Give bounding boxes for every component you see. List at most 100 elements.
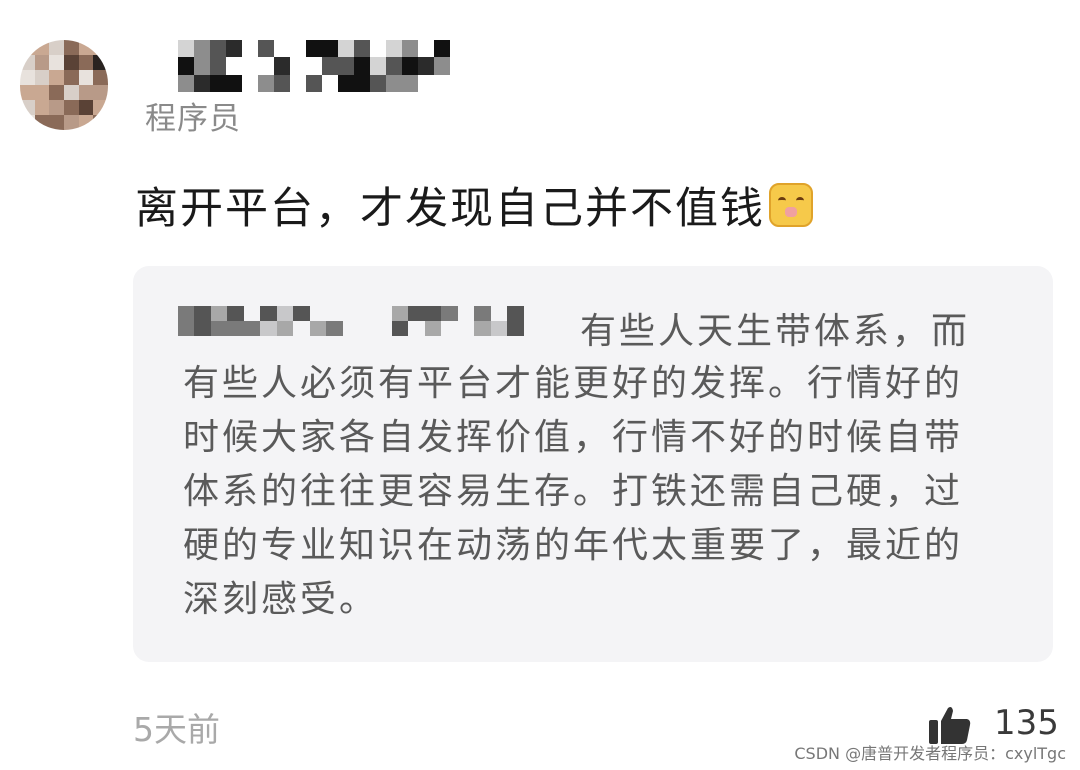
mosaic-pixel	[418, 57, 434, 75]
mosaic-pixel	[178, 57, 194, 75]
mosaic-pixel	[78, 100, 94, 115]
quote-body: 有些人必须有平台才能更好的发挥。行情好的 时候大家各自发挥价值，行情不好的时候自…	[183, 357, 1003, 627]
mosaic-pixel	[276, 306, 294, 321]
mosaic-pixel	[370, 57, 386, 75]
mosaic-pixel	[386, 57, 402, 75]
mosaic-pixel	[210, 40, 226, 58]
mosaic-pixel	[326, 306, 343, 321]
mosaic-pixel	[402, 74, 418, 92]
mosaic-pixel	[78, 70, 94, 85]
quote-line: 体系的往往更容易生存。打铁还需自己硬，过	[183, 471, 964, 512]
mosaic-pixel	[375, 321, 392, 336]
mosaic-pixel	[93, 55, 108, 70]
mosaic-pixel	[338, 57, 354, 75]
like-count[interactable]: 135	[994, 703, 1059, 743]
mosaic-pixel	[342, 306, 359, 321]
mosaic-pixel	[226, 40, 242, 58]
mosaic-pixel	[34, 85, 50, 100]
mosaic-pixel	[34, 115, 50, 130]
mosaic-pixel	[20, 115, 35, 130]
mosaic-pixel	[93, 100, 108, 115]
mosaic-pixel	[178, 74, 194, 92]
mosaic-pixel	[306, 57, 322, 75]
mosaic-pixel	[338, 40, 354, 58]
avatar[interactable]	[20, 40, 108, 130]
mosaic-pixel	[227, 306, 244, 321]
mosaic-pixel	[20, 85, 35, 100]
mosaic-pixel	[260, 306, 277, 321]
quote-line: 深刻感受。	[183, 579, 379, 620]
mosaic-pixel	[290, 74, 306, 92]
mosaic-pixel	[418, 40, 434, 58]
mosaic-pixel	[326, 321, 343, 336]
mosaic-pixel	[354, 40, 370, 58]
mosaic-pixel	[342, 321, 359, 336]
mosaic-pixel	[274, 57, 290, 75]
mosaic-pixel	[274, 40, 290, 58]
mosaic-pixel	[402, 40, 418, 58]
mosaic-pixel	[49, 40, 64, 55]
mosaic-pixel	[408, 321, 425, 336]
mosaic-pixel	[34, 100, 50, 115]
mosaic-pixel	[370, 74, 386, 92]
mosaic-pixel	[78, 40, 94, 55]
mosaic-pixel	[210, 306, 228, 321]
mosaic-pixel	[507, 321, 524, 336]
mosaic-pixel	[64, 55, 79, 70]
mosaic-pixel	[93, 115, 108, 130]
mosaic-pixel	[386, 74, 402, 92]
mosaic-pixel	[293, 306, 310, 321]
mosaic-pixel	[64, 40, 79, 55]
mosaic-pixel	[457, 321, 475, 336]
watermark: CSDN @唐普开发者程序员：cxylTgc	[794, 744, 1066, 763]
mosaic-pixel	[34, 40, 50, 55]
mosaic-pixel	[243, 321, 261, 336]
mosaic-pixel	[93, 85, 108, 100]
mosaic-pixel	[260, 321, 277, 336]
mosaic-pixel	[210, 74, 226, 92]
quote-line: 硬的专业知识在动荡的年代太重要了，最近的	[183, 525, 964, 566]
mosaic-pixel	[293, 321, 310, 336]
mosaic-pixel	[424, 321, 442, 336]
mosaic-pixel	[338, 74, 354, 92]
mosaic-pixel	[227, 321, 244, 336]
mosaic-pixel	[20, 40, 35, 55]
mosaic-pixel	[457, 306, 475, 321]
mosaic-pixel	[375, 306, 392, 321]
mosaic-pixel	[20, 100, 35, 115]
mosaic-pixel	[93, 40, 108, 55]
mosaic-pixel	[178, 321, 195, 336]
mosaic-pixel	[434, 74, 450, 92]
mosaic-pixel	[424, 306, 442, 321]
mosaic-pixel	[386, 40, 402, 58]
comment-text-row: 离开平台，才发现自己并不值钱	[135, 174, 813, 236]
mosaic-pixel	[178, 40, 194, 58]
mosaic-pixel	[258, 40, 274, 58]
mosaic-pixel	[306, 40, 322, 58]
mosaic-pixel	[64, 100, 79, 115]
mosaic-pixel	[78, 55, 94, 70]
smirk-emoji-icon	[769, 183, 813, 227]
mosaic-pixel	[20, 55, 35, 70]
mosaic-pixel	[49, 70, 64, 85]
mosaic-pixel	[258, 57, 274, 75]
mosaic-pixel	[322, 40, 338, 58]
mosaic-pixel	[49, 115, 64, 130]
mosaic-pixel	[490, 306, 508, 321]
mosaic-pixel	[78, 85, 94, 100]
mosaic-pixel	[226, 57, 242, 75]
mosaic-pixel	[78, 115, 94, 130]
mosaic-pixel	[49, 100, 64, 115]
thumbs-up-icon[interactable]	[928, 705, 972, 745]
mosaic-pixel	[34, 55, 50, 70]
mosaic-pixel	[434, 40, 450, 58]
mosaic-pixel	[309, 321, 327, 336]
mosaic-pixel	[194, 74, 210, 92]
mosaic-pixel	[408, 306, 425, 321]
mosaic-pixel	[210, 321, 228, 336]
quote-line: 时候大家各自发挥价值，行情不好的时候自带	[183, 417, 964, 458]
mosaic-pixel	[64, 115, 79, 130]
mosaic-pixel	[274, 74, 290, 92]
username-pixelated[interactable]	[178, 40, 450, 92]
mosaic-pixel	[441, 321, 458, 336]
